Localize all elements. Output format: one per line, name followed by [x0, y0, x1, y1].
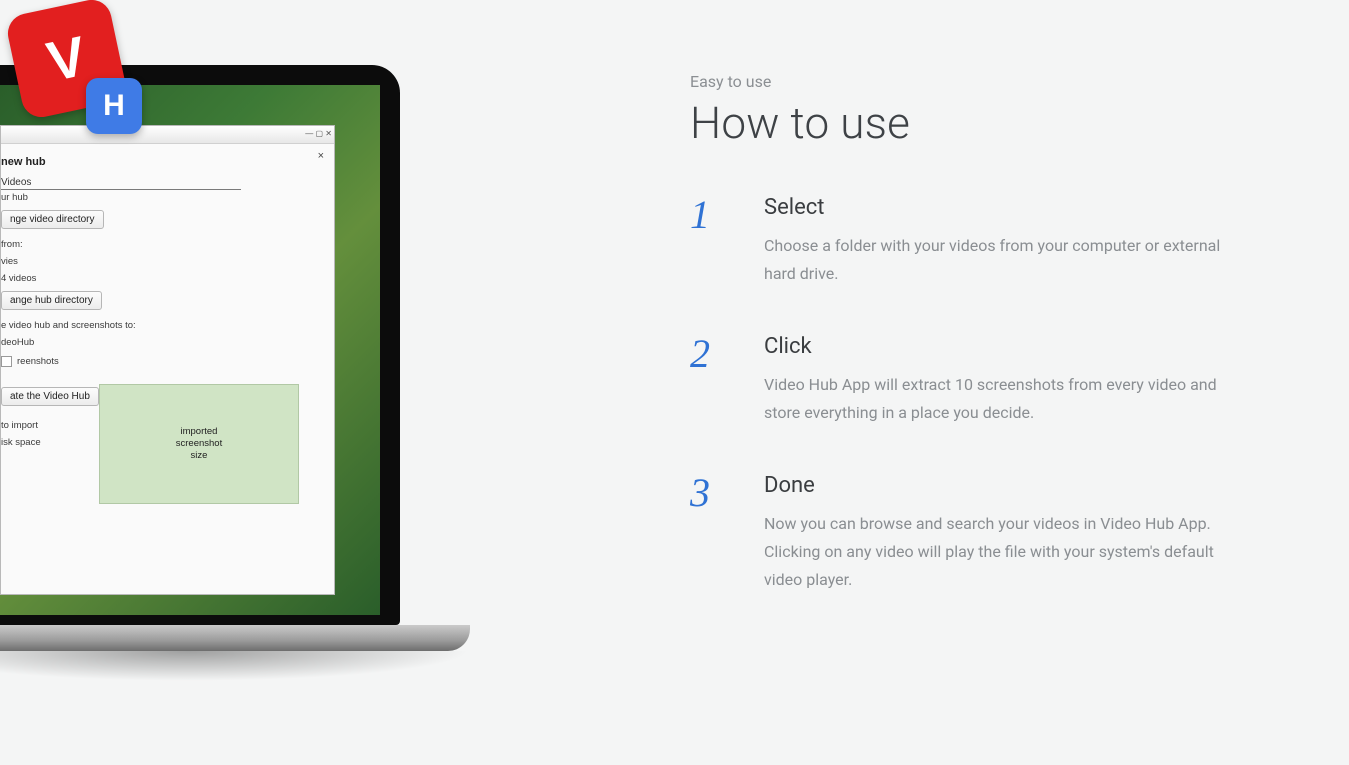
- step-number: 2: [690, 334, 720, 427]
- save-dest-label: e video hub and screenshots to:: [1, 320, 324, 331]
- step-2: 2 Click Video Hub App will extract 10 sc…: [690, 334, 1250, 427]
- hub-name-hint: ur hub: [1, 192, 324, 203]
- change-video-directory-button[interactable]: nge video directory: [1, 210, 104, 229]
- step-title: Click: [764, 334, 1250, 359]
- preview-text: imported screenshot size: [176, 426, 222, 462]
- app-titlebar: — ▢ ✕: [1, 126, 334, 144]
- step-description: Video Hub App will extract 10 screenshot…: [764, 371, 1250, 427]
- step-3: 3 Done Now you can browse and search you…: [690, 473, 1250, 594]
- window-controls[interactable]: — ▢ ✕: [292, 126, 332, 140]
- hub-name-input[interactable]: [1, 176, 241, 190]
- app-window: — ▢ ✕ × new hub ur hub nge video directo…: [0, 125, 335, 595]
- laptop-mockup: — ▢ ✕ × new hub ur hub nge video directo…: [0, 0, 470, 700]
- step-number: 3: [690, 473, 720, 594]
- save-dest-path: deoHub: [1, 337, 324, 348]
- step-description: Now you can browse and search your video…: [764, 510, 1250, 594]
- source-from-label: from:: [1, 239, 324, 250]
- screenshots-row: reenshots: [1, 356, 324, 367]
- section-eyebrow: Easy to use: [690, 72, 1250, 91]
- laptop-base: [0, 625, 470, 675]
- step-title: Done: [764, 473, 1250, 498]
- step-title: Select: [764, 195, 1250, 220]
- laptop-bezel: — ▢ ✕ × new hub ur hub nge video directo…: [0, 65, 400, 625]
- section-headline: How to use: [690, 97, 1250, 149]
- how-to-section: Easy to use How to use 1 Select Choose a…: [690, 72, 1250, 640]
- screenshot-size-preview: imported screenshot size: [99, 384, 299, 504]
- wizard-title: new hub: [1, 156, 324, 168]
- source-path: vies: [1, 256, 324, 267]
- close-icon[interactable]: ×: [318, 150, 324, 162]
- screenshots-checkbox[interactable]: [1, 356, 12, 367]
- source-count: 4 videos: [1, 273, 324, 284]
- change-hub-directory-button[interactable]: ange hub directory: [1, 291, 102, 310]
- step-number: 1: [690, 195, 720, 288]
- step-1: 1 Select Choose a folder with your video…: [690, 195, 1250, 288]
- step-description: Choose a folder with your videos from yo…: [764, 232, 1250, 288]
- laptop-screen: — ▢ ✕ × new hub ur hub nge video directo…: [0, 85, 380, 615]
- create-hub-button[interactable]: ate the Video Hub: [1, 387, 99, 406]
